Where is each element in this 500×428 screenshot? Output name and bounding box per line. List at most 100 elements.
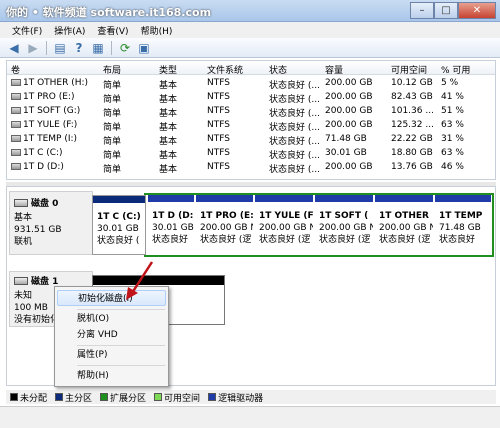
- close-button[interactable]: ✕: [458, 2, 496, 19]
- cell-layout: 简单: [103, 81, 122, 91]
- partition[interactable]: 1T PRO (E: 200.00 GB N 状态良好 (逻: [196, 195, 253, 255]
- menu-file[interactable]: 文件(F): [6, 22, 48, 38]
- menu-initialize-disk[interactable]: 初始化磁盘(I): [57, 290, 166, 306]
- table-row[interactable]: 1T C (C:) 简单 基本 NTFS 状态良好 (... 30.01 GB 18.80 …: [7, 147, 495, 161]
- legend-item: 逻辑驱动器: [208, 391, 263, 404]
- cell-status: 状态良好 (...: [269, 137, 320, 147]
- cell-capacity: 71.48 GB: [325, 134, 367, 144]
- settings-icon[interactable]: ▣: [136, 40, 152, 56]
- cell-layout: 简单: [103, 95, 122, 105]
- cell-filesystem: NTFS: [207, 148, 230, 158]
- cell-percent-free: 51 %: [441, 106, 464, 116]
- col-layout[interactable]: 布局: [103, 63, 121, 76]
- legend-label: 未分配: [20, 393, 48, 404]
- legend-swatch: [100, 393, 109, 401]
- cell-layout: 简单: [103, 151, 122, 161]
- forward-icon[interactable]: ▶: [25, 40, 41, 56]
- col-type[interactable]: 类型: [159, 63, 177, 76]
- menu-detach-vhd[interactable]: 分离 VHD: [57, 327, 166, 343]
- properties-icon[interactable]: ▦: [90, 40, 106, 56]
- table-row[interactable]: 1T PRO (E:) 简单 基本 NTFS 状态良好 (... 200.00 GB 82.…: [7, 91, 495, 105]
- refresh-icon[interactable]: ⟳: [117, 40, 133, 56]
- col-capacity[interactable]: 容量: [325, 63, 343, 76]
- partition[interactable]: 1T OTHER 200.00 GB N 状态良好 (逻: [375, 195, 433, 255]
- partition-color-bar: [435, 195, 491, 202]
- legend: 未分配 主分区 扩展分区 可用空间 逻辑驱动器: [6, 390, 496, 404]
- table-row[interactable]: 1T D (D:) 简单 基本 NTFS 状态良好 (... 200.00 GB 13.76…: [7, 161, 495, 175]
- table-row[interactable]: 1T TEMP (I:) 简单 基本 NTFS 状态良好 (... 71.48 GB 22.…: [7, 133, 495, 147]
- cell-status: 状态良好 (...: [269, 81, 320, 91]
- cell-volume: 1T PRO (E:): [11, 92, 74, 102]
- partition-name: 1T YULE (F: [259, 211, 313, 221]
- col-free-space[interactable]: 可用空间: [391, 63, 427, 76]
- partition[interactable]: 1T TEMP 71.48 GB 状态良好: [435, 195, 491, 255]
- cell-status: 状态良好 (...: [269, 95, 320, 105]
- cell-filesystem: NTFS: [207, 78, 230, 88]
- disk0-info[interactable]: 磁盘 0 基本 931.51 GB 联机: [9, 191, 93, 255]
- cell-percent-free: 31 %: [441, 134, 464, 144]
- cell-capacity: 200.00 GB: [325, 106, 373, 116]
- drive-icon: [11, 121, 21, 128]
- cell-capacity: 200.00 GB: [325, 78, 373, 88]
- table-row[interactable]: 1T YULE (F:) 简单 基本 NTFS 状态良好 (... 200.00 GB 12…: [7, 119, 495, 133]
- cell-status: 状态良好 (...: [269, 151, 320, 161]
- back-icon[interactable]: ◀: [6, 40, 22, 56]
- legend-item: 扩展分区: [100, 391, 146, 404]
- col-percent-free[interactable]: % 可用: [441, 63, 470, 76]
- partition-color-bar: [196, 195, 253, 202]
- cell-layout: 简单: [103, 165, 122, 175]
- drive-icon: [11, 135, 21, 142]
- drive-icon: [11, 163, 21, 170]
- console-icon[interactable]: ▤: [52, 40, 68, 56]
- cell-type: 基本: [159, 81, 178, 91]
- cell-percent-free: 63 %: [441, 148, 464, 158]
- cell-volume: 1T C (C:): [11, 148, 63, 158]
- volume-name: 1T D (D:): [23, 162, 64, 172]
- cell-capacity: 200.00 GB: [325, 162, 373, 172]
- drive-icon: [11, 93, 21, 100]
- partition-name: 1T TEMP: [439, 211, 483, 221]
- partition-status: 状态良好 (逻: [379, 235, 431, 245]
- legend-item: 主分区: [55, 391, 92, 404]
- partition-status: 状态良好 (: [97, 236, 140, 246]
- menu-separator: [77, 365, 165, 366]
- partition-size: 200.00 GB N: [200, 223, 253, 233]
- cell-status: 状态良好 (...: [269, 123, 320, 133]
- cell-capacity: 200.00 GB: [325, 92, 373, 102]
- maximize-button[interactable]: □: [434, 2, 458, 19]
- status-bar: [0, 406, 500, 428]
- partition-size: 200.00 GB N: [259, 223, 313, 233]
- partition-color-bar: [315, 195, 373, 202]
- menu-view[interactable]: 查看(V): [91, 22, 134, 38]
- menu-help[interactable]: 帮助(H): [135, 22, 179, 38]
- legend-label: 主分区: [65, 393, 93, 404]
- menu-action[interactable]: 操作(A): [48, 22, 91, 38]
- table-row[interactable]: 1T OTHER (H:) 简单 基本 NTFS 状态良好 (... 200.00 GB 1…: [7, 77, 495, 91]
- col-status[interactable]: 状态: [269, 63, 287, 76]
- menu-properties[interactable]: 属性(P): [57, 347, 166, 363]
- cell-percent-free: 63 %: [441, 120, 464, 130]
- legend-swatch: [208, 393, 217, 401]
- col-filesystem[interactable]: 文件系统: [207, 63, 243, 76]
- table-row[interactable]: 1T SOFT (G:) 简单 基本 NTFS 状态良好 (... 200.00 GB 10…: [7, 105, 495, 119]
- unallocated-bar: [93, 276, 224, 285]
- cell-free-space: 10.12 GB: [391, 78, 433, 88]
- partition-color-bar: [255, 195, 313, 202]
- menu-help[interactable]: 帮助(H): [57, 368, 166, 384]
- partition[interactable]: 1T D (D: 30.01 GB 状态良好: [148, 195, 194, 255]
- cell-layout: 简单: [103, 109, 122, 119]
- legend-label: 可用空间: [164, 393, 201, 404]
- toolbar-divider: [46, 40, 47, 55]
- minimize-button[interactable]: –: [410, 2, 434, 19]
- menu-separator: [77, 345, 165, 346]
- partition[interactable]: 1T SOFT (200.00 GB N 状态良好 (逻: [315, 195, 373, 255]
- help-icon[interactable]: ?: [71, 40, 87, 56]
- col-volume[interactable]: 卷: [11, 63, 20, 76]
- partition-color-bar: [375, 195, 433, 202]
- partition[interactable]: 1T C (C:) 30.01 GB 状态良好 (: [92, 195, 146, 255]
- partition[interactable]: 1T YULE (F 200.00 GB N 状态良好 (逻: [255, 195, 313, 255]
- volume-list: 卷 布局 类型 文件系统 状态 容量 可用空间 % 可用 1T OTHER (H…: [6, 60, 496, 180]
- partition-status: 状态良好 (逻: [259, 235, 311, 245]
- menu-offline[interactable]: 脱机(O): [57, 311, 166, 327]
- legend-swatch: [154, 393, 163, 401]
